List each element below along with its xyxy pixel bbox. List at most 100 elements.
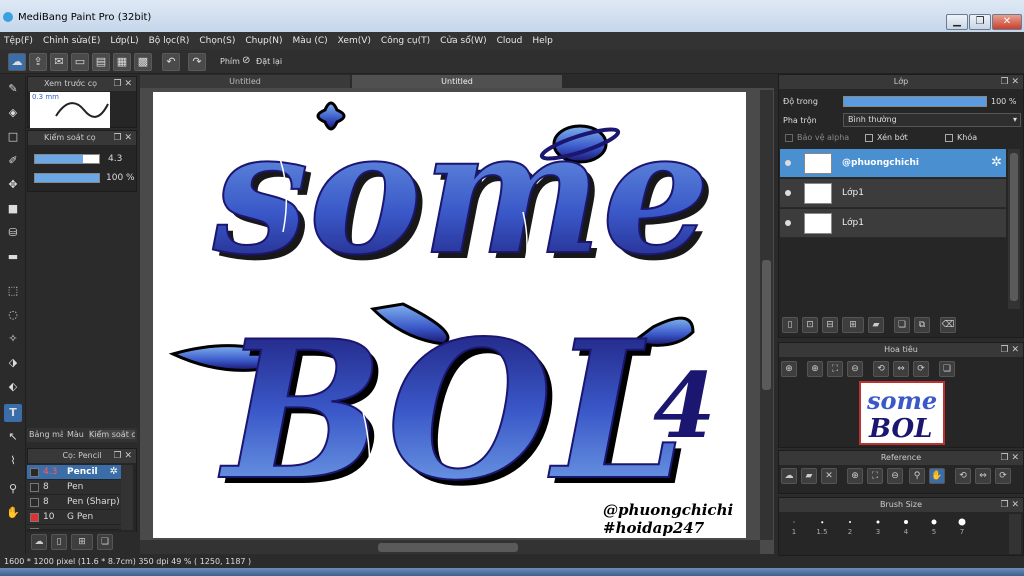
brush-size-scrollbar[interactable] [1009,514,1021,554]
canvas-horizontal-scrollbar[interactable] [140,540,760,554]
grid-icon[interactable]: ▩ [134,53,152,71]
protect-alpha-checkbox[interactable] [785,134,793,142]
eye-icon[interactable] [785,220,791,226]
new-layer-icon[interactable]: ▯ [782,317,798,333]
eye-icon[interactable] [785,190,791,196]
flip-icon[interactable]: ⇔ [893,361,909,377]
horizontal-scroll-thumb[interactable] [378,543,518,552]
rect-tool-icon[interactable]: □ [4,128,22,146]
select-rect-icon[interactable]: ⬚ [4,282,22,300]
brush-size-cell[interactable]: 2 [839,516,861,536]
close-button[interactable]: ✕ [992,14,1022,30]
redo-icon[interactable]: ↷ [188,53,206,71]
menu-filter[interactable]: Bộ lọc(R) [149,36,190,46]
hand-icon[interactable]: ✋ [929,468,945,484]
zoom-out-icon[interactable]: ⊖ [847,361,863,377]
bucket-tool-icon[interactable]: ⛁ [4,224,22,242]
cloud-icon[interactable]: ☁ [781,468,797,484]
zoom-in-icon[interactable]: ⊕ [807,361,823,377]
add-layer-menu-icon[interactable]: ⊞ [842,317,864,333]
layer-opacity-slider[interactable] [843,96,987,107]
menu-file[interactable]: Tệp(F) [4,36,33,46]
doc-tab-1[interactable]: Untitled [140,75,350,88]
layer-row[interactable]: @phuongchichi ✲ [780,149,1006,178]
drawing-paper[interactable]: some some BOL BOL 4 @phuongchichi #hoida… [153,92,746,538]
gradient-tool-icon[interactable]: ▬ [4,248,22,266]
menu-color[interactable]: Màu (C) [293,36,328,46]
menu-snap[interactable]: Chụp(N) [245,36,282,46]
layer-scroll-thumb[interactable] [1010,153,1018,301]
menu-tools[interactable]: Công cụ(T) [381,36,430,46]
copy-icon[interactable]: ❏ [939,361,955,377]
rotate-icon[interactable]: ⟲ [955,468,971,484]
panel-close-icon[interactable]: ❐ ✕ [1001,498,1019,512]
rotate-reset-icon[interactable]: ⟳ [995,468,1011,484]
panel-icon[interactable]: ▦ [113,53,131,71]
menu-select[interactable]: Chọn(S) [199,36,235,46]
panel-close-icon[interactable]: ❐ ✕ [114,77,132,91]
minimize-button[interactable]: ▁ [946,14,968,30]
rotate-reset-icon[interactable]: ⟳ [913,361,929,377]
zoom-in-icon[interactable]: ⊕ [781,361,797,377]
close-icon[interactable]: ✕ [821,468,837,484]
menu-layer[interactable]: Lớp(L) [110,36,138,46]
blend-dropdown[interactable]: Bình thường ▾ [843,113,1021,127]
eraser-tool-icon[interactable]: ◈ [4,104,22,122]
canvas-vertical-scrollbar[interactable] [760,90,773,540]
tab-brush-control[interactable]: Kiểm soát cọ [89,430,135,439]
brush-copy-icon[interactable]: ❏ [97,534,113,550]
clipping-checkbox[interactable] [865,134,873,142]
zoom-out-icon[interactable]: ⊖ [887,468,903,484]
eye-icon[interactable] [785,160,791,166]
magic-wand-icon[interactable]: ✧ [4,330,22,348]
panel-close-icon[interactable]: ❐ ✕ [114,131,132,145]
move-tool-icon[interactable]: ✥ [4,176,22,194]
brush-item[interactable]: 8 Pen [27,480,121,495]
rotate-icon[interactable]: ⟲ [873,361,889,377]
brush-add-icon[interactable]: ⊞ [71,534,93,550]
operation-tool-icon[interactable]: ↖ [4,428,22,446]
eyedropper-icon[interactable]: ⚲ [4,480,22,498]
select-eraser-icon[interactable]: ⬖ [4,378,22,396]
brush-item[interactable]: 10 G Pen [27,510,121,525]
layer-scrollbar[interactable] [1008,149,1020,309]
new-layer-1bit-icon[interactable]: ⊟ [822,317,838,333]
brush-cloud-icon[interactable]: ☁ [31,534,47,550]
lasso-tool-icon[interactable]: ◌ [4,306,22,324]
text-tool-icon[interactable]: T [4,404,22,422]
duplicate-layer-icon[interactable]: ❏ [894,317,910,333]
dropper-tool-icon[interactable]: ⌇ [4,452,22,470]
new-layer-8bit-icon[interactable]: ⊡ [802,317,818,333]
size-slider[interactable] [34,154,100,164]
brush-size-cell[interactable]: 3 [867,516,889,536]
navigator-thumbnail[interactable]: some BOL [859,381,945,445]
fit-icon[interactable]: ⛶ [867,468,883,484]
comment-icon[interactable]: ▭ [71,53,89,71]
menu-view[interactable]: Xem(V) [338,36,371,46]
brush-size-cell[interactable]: 5 [923,516,945,536]
menu-window[interactable]: Cửa sổ(W) [440,36,486,46]
panel-close-icon[interactable]: ❐ ✕ [1001,451,1019,465]
select-pen-icon[interactable]: ⬗ [4,354,22,372]
brush-size-cell[interactable]: 1.5 [811,516,833,536]
dot-tool-icon[interactable]: ✐ [4,152,22,170]
brush-size-cell[interactable]: 4 [895,516,917,536]
layer-row[interactable]: Lớp1 [780,209,1006,238]
flip-icon[interactable]: ⇔ [975,468,991,484]
menu-help[interactable]: Help [532,36,553,46]
fit-icon[interactable]: ⛶ [827,361,843,377]
panel-close-icon[interactable]: ❐ ✕ [1001,75,1019,89]
brush-size-cell[interactable]: 7 [951,516,973,536]
fill-rect-tool-icon[interactable]: ■ [4,200,22,218]
reset-icon[interactable]: ⊘ [242,55,250,66]
chat-icon[interactable]: ✉ [50,53,68,71]
vertical-scroll-thumb[interactable] [762,260,771,390]
layer-row[interactable]: Lớp1 [780,179,1006,208]
eyedropper-icon[interactable]: ⚲ [909,468,925,484]
zoom-in-icon[interactable]: ⊕ [847,468,863,484]
brush-item[interactable]: 8 Pen (Sharp) [27,495,121,510]
gear-icon[interactable]: ✲ [110,466,118,477]
brush-item[interactable] [27,525,121,530]
tab-palette[interactable]: Bảng màu [29,430,63,439]
maximize-button[interactable]: ❐ [969,14,991,30]
